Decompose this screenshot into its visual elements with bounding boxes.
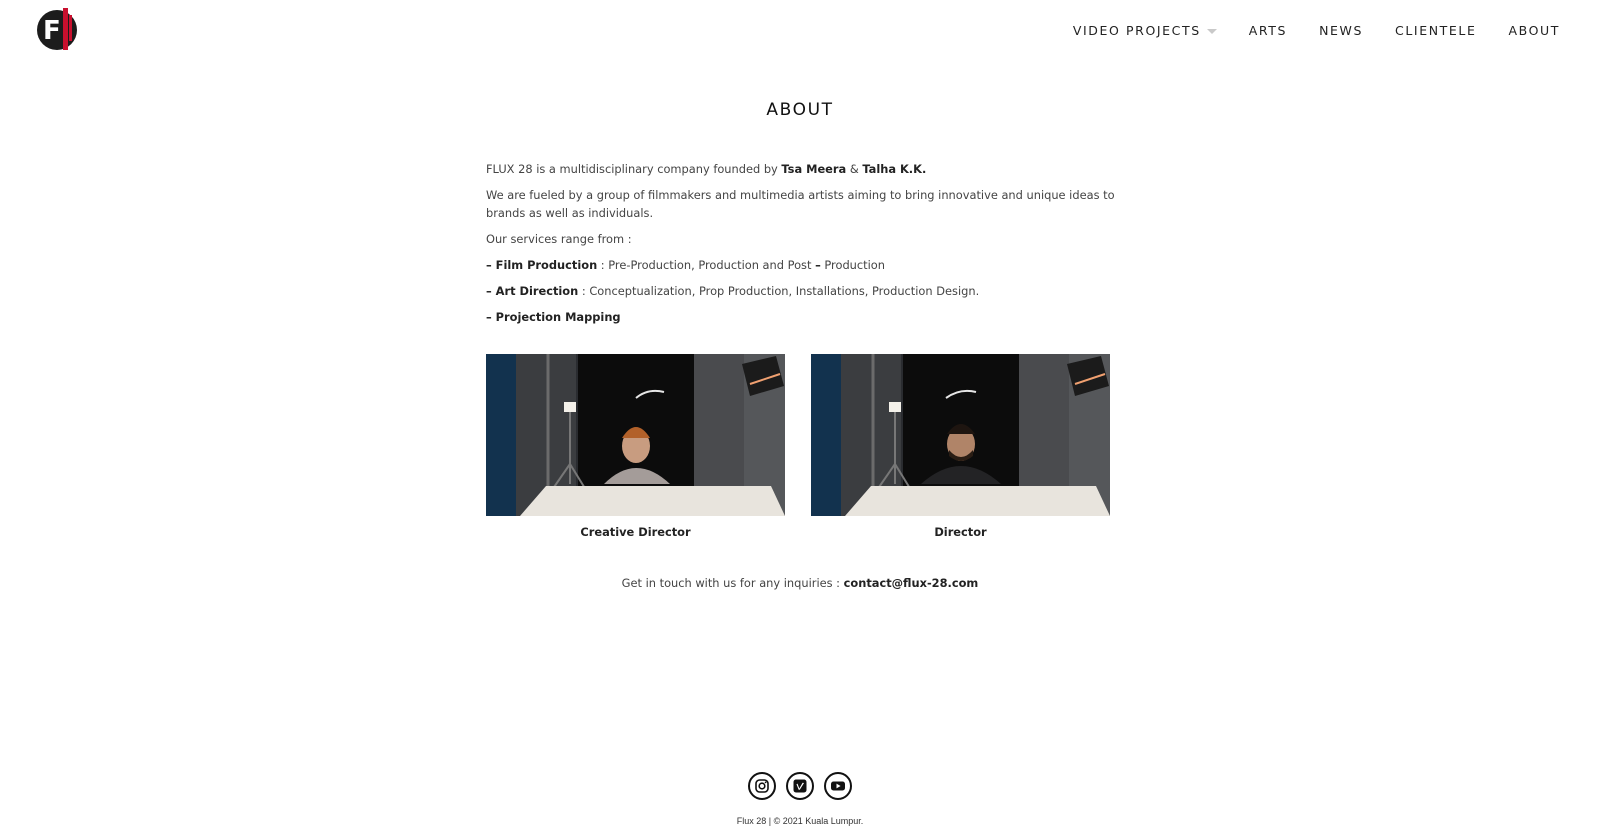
intro-text: FLUX 28 is a multidisciplinary company f… bbox=[486, 162, 782, 176]
member-caption: Creative Director bbox=[580, 525, 691, 539]
nav-video-projects[interactable]: VIDEO PROJECTS bbox=[1073, 23, 1217, 38]
instagram-icon[interactable] bbox=[748, 772, 776, 800]
mission-paragraph: We are fueled by a group of filmmakers a… bbox=[486, 188, 1115, 220]
nav-news-label: NEWS bbox=[1319, 23, 1364, 38]
nav-news[interactable]: NEWS bbox=[1319, 23, 1363, 38]
contact-text: Get in touch with us for any inquiries : bbox=[621, 576, 844, 590]
service-item-projection-mapping: – Projection Mapping bbox=[486, 308, 1118, 326]
service-item-art-direction: – Art Direction : Conceptualization, Pro… bbox=[486, 282, 1118, 300]
team-member-creative-director: Creative Director bbox=[486, 354, 785, 539]
director-photo bbox=[811, 354, 1110, 516]
founder-name: Talha K.K. bbox=[862, 162, 927, 176]
contact-line: Get in touch with us for any inquiries :… bbox=[0, 576, 1600, 590]
intro-paragraph: FLUX 28 is a multidisciplinary company f… bbox=[486, 160, 1118, 178]
nav-arts[interactable]: ARTS bbox=[1249, 23, 1287, 38]
site-header: F VIDEO PROJECTS ARTS NEWS CLIENTELE ABO… bbox=[0, 0, 1600, 64]
member-caption: Director bbox=[934, 525, 987, 539]
main-nav: VIDEO PROJECTS ARTS NEWS CLIENTELE ABOUT bbox=[1073, 23, 1560, 38]
footer-copyright: Flux 28 | © 2021 Kuala Lumpur. bbox=[736, 816, 864, 826]
service-desc: Production bbox=[820, 258, 885, 272]
nav-clientele-label: CLIENTELE bbox=[1395, 23, 1477, 38]
youtube-icon[interactable] bbox=[824, 772, 852, 800]
creative-director-photo bbox=[486, 354, 785, 516]
nav-about[interactable]: ABOUT bbox=[1508, 23, 1560, 38]
logo-letter: F bbox=[43, 16, 61, 46]
nav-video-projects-label: VIDEO PROJECTS bbox=[1072, 23, 1201, 38]
vimeo-icon[interactable] bbox=[786, 772, 814, 800]
team-member-director: Director bbox=[811, 354, 1110, 539]
contact-email-link[interactable]: contact@flux-28.com bbox=[844, 576, 979, 590]
about-content: FLUX 28 is a multidisciplinary company f… bbox=[486, 160, 1118, 334]
founder-name: Tsa Meera bbox=[781, 162, 847, 176]
chevron-down-icon[interactable] bbox=[1206, 28, 1217, 34]
service-name: – Film Production bbox=[486, 258, 598, 272]
nav-about-label: ABOUT bbox=[1508, 23, 1560, 38]
service-name: – Art Direction bbox=[486, 284, 579, 298]
social-links bbox=[0, 772, 1600, 800]
flux28-logo[interactable]: F bbox=[36, 6, 82, 52]
service-item-film-production: – Film Production : Pre-Production, Prod… bbox=[486, 256, 1118, 274]
nav-clientele[interactable]: CLIENTELE bbox=[1395, 23, 1476, 38]
team-section: Creative Director Director bbox=[486, 354, 1118, 544]
services-intro: Our services range from : bbox=[486, 232, 632, 246]
service-desc: : Pre-Production, Production and Post bbox=[597, 258, 816, 272]
ampersand: & bbox=[846, 162, 863, 176]
nav-arts-label: ARTS bbox=[1248, 23, 1288, 38]
service-name: – Projection Mapping bbox=[486, 310, 621, 324]
page-title: ABOUT bbox=[766, 100, 834, 120]
service-desc: : Conceptualization, Prop Production, In… bbox=[578, 284, 980, 298]
